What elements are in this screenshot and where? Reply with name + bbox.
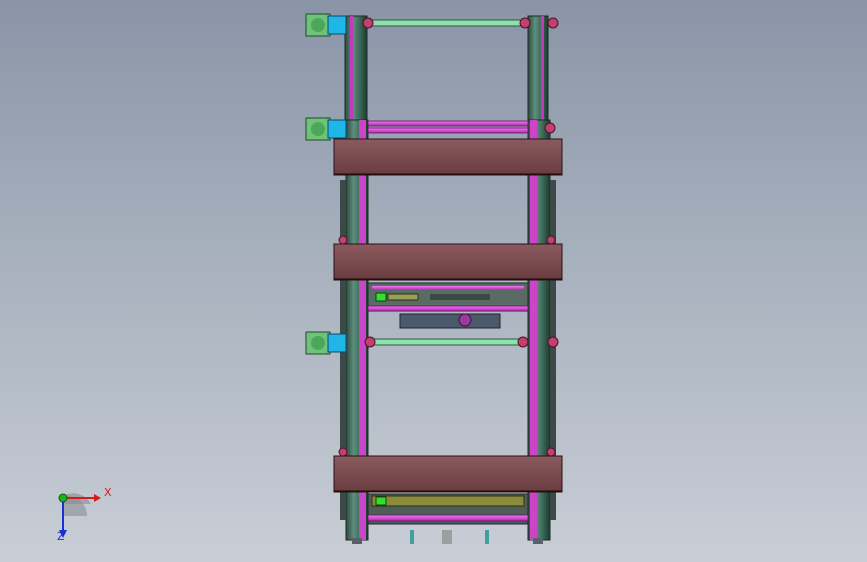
top-cross-rail[interactable]	[367, 120, 556, 134]
bottom-conveyor-module[interactable]	[367, 493, 529, 544]
upper-right-column[interactable]	[527, 15, 549, 125]
z-axis-label: Z	[57, 530, 65, 543]
upper-brown-plate[interactable]	[333, 138, 563, 176]
x-axis-label: X	[104, 486, 112, 499]
top-drive-shaft[interactable]	[362, 17, 559, 29]
upper-left-column[interactable]	[344, 15, 368, 125]
coordinate-triad: X Z	[50, 482, 120, 547]
cad-graphics-viewport[interactable]: X Z	[0, 0, 867, 562]
middle-conveyor-module[interactable]	[367, 282, 529, 329]
stepper-motor-icon[interactable]	[305, 117, 347, 141]
stepper-motor-icon[interactable]	[305, 331, 347, 355]
machine-frame-drawing[interactable]	[0, 0, 867, 562]
stepper-motor-icon[interactable]	[305, 13, 347, 37]
